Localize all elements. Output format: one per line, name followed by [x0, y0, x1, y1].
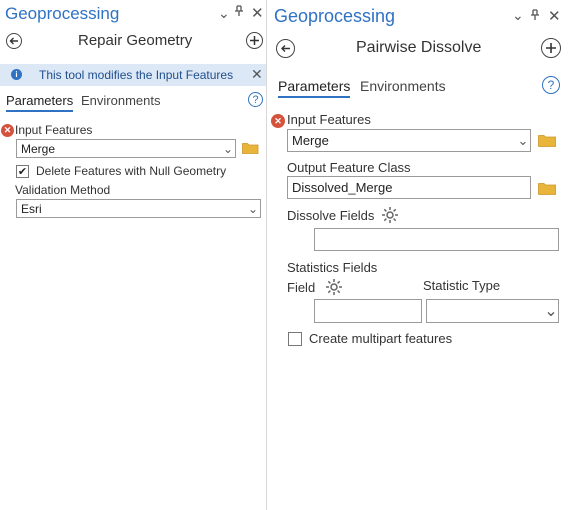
- left-geoprocessing-pane: Geoprocessing ⌄ ✕ Repair Geometry i This…: [0, 0, 267, 510]
- output-class-input[interactable]: Dissolved_Merge: [287, 176, 531, 199]
- input-features-label: Input Features: [287, 112, 371, 127]
- dissolve-fields-label: Dissolve Fields: [287, 208, 375, 223]
- right-geoprocessing-pane: Geoprocessing ⌄ ✕ Pairwise Dissolve Para…: [268, 0, 568, 510]
- folder-icon[interactable]: [538, 181, 556, 200]
- add-icon[interactable]: [541, 38, 561, 58]
- statistics-field-input[interactable]: [314, 299, 422, 323]
- tab-environments[interactable]: Environments: [81, 93, 160, 108]
- info-message-bar: i This tool modifies the Input Features …: [0, 64, 266, 86]
- delete-null-label: Delete Features with Null Geometry: [36, 164, 227, 178]
- chevron-down-icon: ⌄: [247, 201, 259, 216]
- input-features-select[interactable]: Merge ⌄: [16, 139, 236, 158]
- chevron-down-icon: ⌄: [517, 132, 529, 148]
- error-icon: ✕: [271, 114, 285, 128]
- dismiss-icon[interactable]: ✕: [251, 66, 263, 83]
- back-arrow-icon[interactable]: [276, 39, 295, 58]
- pin-icon[interactable]: [234, 5, 244, 20]
- statistic-type-select[interactable]: ⌄: [426, 299, 559, 323]
- tool-title: Repair Geometry: [78, 32, 193, 49]
- folder-icon[interactable]: [538, 133, 556, 152]
- pane-title: Geoprocessing: [274, 6, 396, 26]
- help-icon[interactable]: ?: [248, 92, 263, 107]
- output-class-value: Dissolved_Merge: [292, 180, 393, 195]
- validation-method-value: Esri: [21, 201, 42, 216]
- multipart-label: Create multipart features: [309, 331, 453, 346]
- input-features-select[interactable]: Merge ⌄: [287, 129, 531, 152]
- chevron-down-icon: ⌄: [544, 303, 558, 320]
- delete-null-checkbox[interactable]: ✔: [16, 165, 29, 178]
- input-features-label: Input Features: [15, 123, 93, 137]
- folder-icon[interactable]: [242, 141, 259, 159]
- gear-icon[interactable]: [325, 278, 343, 301]
- validation-method-label: Validation Method: [15, 183, 111, 197]
- pane-title: Geoprocessing: [5, 4, 120, 23]
- info-message-text: This tool modifies the Input Features: [39, 68, 234, 82]
- close-icon[interactable]: ✕: [251, 4, 264, 22]
- multipart-checkbox[interactable]: [288, 332, 302, 346]
- info-icon: i: [11, 69, 22, 80]
- close-icon[interactable]: ✕: [548, 7, 561, 25]
- statistics-fields-label: Statistics Fields: [287, 260, 378, 275]
- pin-icon[interactable]: [530, 8, 540, 26]
- options-chevron-icon[interactable]: ⌄: [512, 7, 524, 24]
- gear-icon[interactable]: [381, 206, 399, 229]
- tab-parameters[interactable]: Parameters: [278, 78, 351, 98]
- input-features-value: Merge: [21, 141, 56, 156]
- tab-environments[interactable]: Environments: [360, 78, 446, 94]
- error-icon: ✕: [1, 124, 14, 137]
- chevron-down-icon: ⌄: [222, 141, 234, 156]
- tab-parameters[interactable]: Parameters: [6, 93, 74, 112]
- statistic-type-label: Statistic Type: [423, 278, 501, 293]
- input-features-value: Merge: [292, 133, 329, 148]
- field-column-label: Field: [287, 280, 316, 295]
- add-icon[interactable]: [246, 32, 263, 49]
- tool-title: Pairwise Dissolve: [356, 39, 482, 56]
- help-icon[interactable]: ?: [542, 76, 560, 94]
- dissolve-fields-input[interactable]: [314, 228, 559, 251]
- back-arrow-icon[interactable]: [6, 33, 22, 49]
- options-chevron-icon[interactable]: ⌄: [218, 5, 230, 22]
- validation-method-select[interactable]: Esri ⌄: [16, 199, 261, 218]
- output-class-label: Output Feature Class: [287, 160, 411, 175]
